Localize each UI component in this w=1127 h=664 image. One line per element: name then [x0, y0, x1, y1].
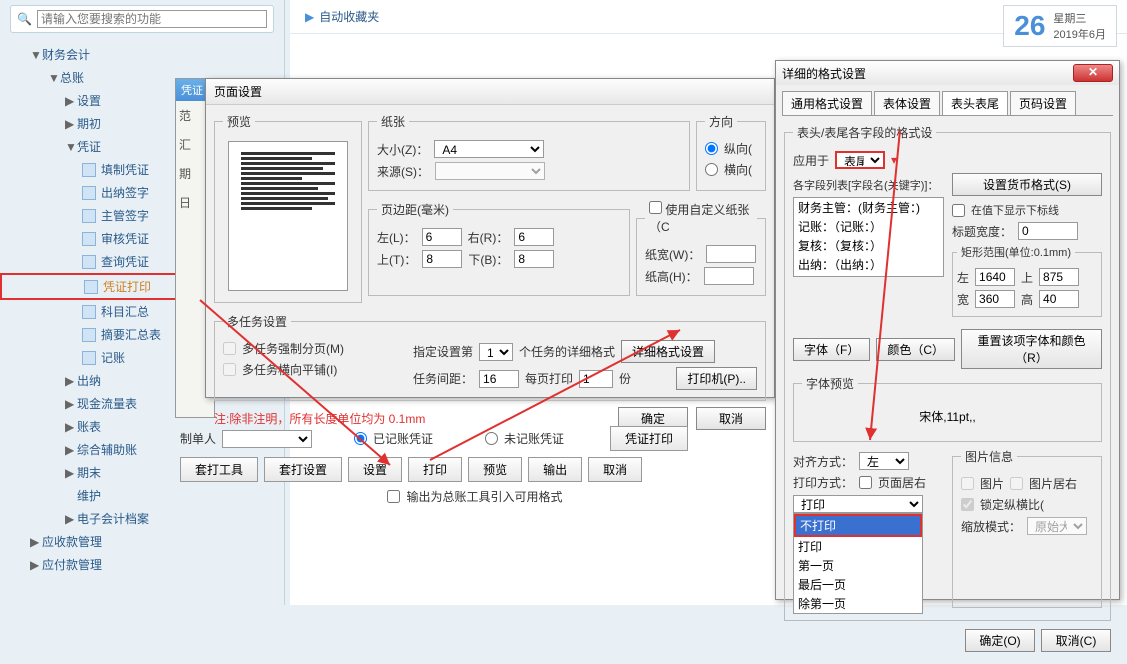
align-select[interactable]: 左: [859, 452, 909, 470]
print-mode-list[interactable]: 不打印 打印 第一页 最后一页 除第一页: [793, 513, 923, 614]
print-tool-button[interactable]: 套打工具: [180, 457, 258, 482]
orient-landscape-radio[interactable]: [705, 163, 718, 176]
dialog-title: 页面设置: [206, 79, 774, 105]
tab-body[interactable]: 表体设置: [874, 91, 940, 115]
detail-tabs: 通用格式设置 表体设置 表头表尾 页码设置: [782, 91, 1113, 116]
bottom-toolbar: 制单人 已记账凭证 未记账凭证 凭证打印 套打工具 套打设置 设置 打印 预览 …: [180, 420, 770, 511]
paper-legend: 纸张: [377, 113, 409, 130]
settings-button[interactable]: 设置: [348, 457, 402, 482]
task-num-select[interactable]: 1: [479, 343, 513, 361]
margin-right-input[interactable]: [514, 228, 554, 246]
detail-cancel-button[interactable]: 取消(C): [1041, 629, 1111, 652]
preview-legend: 预览: [223, 113, 255, 130]
export-button[interactable]: 输出: [528, 457, 582, 482]
tab-header-footer[interactable]: 表头表尾: [942, 91, 1008, 115]
page-lr-check[interactable]: [859, 476, 872, 489]
maker-label: 制单人: [180, 430, 216, 447]
nav-root2[interactable]: ▶应收款管理: [0, 530, 284, 553]
search-icon: 🔍: [17, 12, 32, 26]
interval-input[interactable]: [479, 370, 519, 388]
voucher-print-button[interactable]: 凭证打印: [610, 426, 688, 451]
posted-radio[interactable]: [354, 432, 367, 445]
margins-legend: 页边距(毫米): [377, 201, 453, 218]
fields-list[interactable]: 财务主管：(财务主管：) 记账：（记账：） 复核：（复核：） 出纳：（出纳：） …: [793, 197, 944, 277]
detail-format-button[interactable]: 详细格式设置: [621, 340, 715, 363]
page-preview: [228, 141, 348, 291]
unposted-radio[interactable]: [485, 432, 498, 445]
maker-select[interactable]: [222, 430, 312, 448]
font-preview-text: 宋体,11pt,,: [802, 398, 1093, 435]
detail-ok-button[interactable]: 确定(O): [965, 629, 1035, 652]
print-set-button[interactable]: 套打设置: [264, 457, 342, 482]
paper-source-select: [435, 162, 545, 180]
section-legend: 表头/表尾各字段的格式设: [793, 124, 936, 141]
search-input[interactable]: [37, 10, 267, 28]
nav-root3[interactable]: ▶应付款管理: [0, 553, 284, 576]
pic-check: [961, 477, 974, 490]
print-mode-select[interactable]: 打印: [793, 495, 923, 513]
margin-left-input[interactable]: [422, 228, 462, 246]
date-widget: 26 星期三 2019年6月: [1003, 5, 1117, 47]
paper-size-select[interactable]: A4: [434, 140, 544, 158]
date-day: 26: [1014, 10, 1045, 42]
date-weekday: 星期三: [1053, 10, 1106, 26]
reset-font-button[interactable]: 重置该项字体和颜色（R）: [961, 329, 1102, 369]
paper-height-input: [704, 267, 754, 285]
preview-button[interactable]: 预览: [468, 457, 522, 482]
bookmark-bar[interactable]: ▶自动收藏夹: [290, 0, 1127, 34]
cancel-button[interactable]: 取消: [588, 457, 642, 482]
orient-portrait-radio[interactable]: [705, 142, 718, 155]
margin-top-input[interactable]: [422, 250, 462, 268]
rect-top-input[interactable]: [1039, 268, 1079, 286]
chevron-down-icon: ▾: [891, 153, 897, 167]
title-width-input[interactable]: [1018, 222, 1078, 240]
printer-button[interactable]: 打印机(P)..: [676, 367, 757, 390]
zoom-select: 原始大小: [1027, 517, 1087, 535]
page-setup-dialog: 页面设置 预览 纸张 大小(Z)：A4 来源(S)：: [205, 78, 775, 398]
margin-bottom-input[interactable]: [514, 250, 554, 268]
rect-left-input[interactable]: [975, 268, 1015, 286]
pic-right-check: [1010, 477, 1023, 490]
tab-general[interactable]: 通用格式设置: [782, 91, 872, 115]
detail-format-dialog: 详细的格式设置 ✕ 通用格式设置 表体设置 表头表尾 页码设置 表头/表尾各字段…: [775, 60, 1120, 600]
horiz-tile-check: [223, 363, 236, 376]
print-button[interactable]: 打印: [408, 457, 462, 482]
custom-paper-check[interactable]: [649, 201, 662, 214]
force-page-check: [223, 342, 236, 355]
rect-height-input[interactable]: [1039, 290, 1079, 308]
per-page-input[interactable]: [579, 370, 613, 388]
output-gl-check[interactable]: [387, 490, 400, 503]
apply-to-select[interactable]: 表尾: [835, 151, 885, 169]
currency-format-button[interactable]: 设置货币格式(S): [952, 173, 1102, 196]
color-button[interactable]: 颜色（C）: [876, 338, 955, 361]
rect-width-input[interactable]: [975, 290, 1015, 308]
underline-check[interactable]: [952, 204, 965, 217]
search-box[interactable]: 🔍: [10, 5, 274, 33]
date-full: 2019年6月: [1053, 26, 1106, 42]
multitask-legend: 多任务设置: [223, 313, 291, 330]
detail-title: 详细的格式设置: [782, 65, 866, 82]
lock-ratio-check: [961, 498, 974, 511]
nav-root[interactable]: ▼财务会计: [0, 43, 284, 66]
close-icon[interactable]: ✕: [1073, 64, 1113, 82]
tab-page-number[interactable]: 页码设置: [1010, 91, 1076, 115]
paper-width-input: [706, 245, 756, 263]
orient-legend: 方向: [705, 113, 737, 130]
font-button[interactable]: 字体（F）: [793, 338, 870, 361]
